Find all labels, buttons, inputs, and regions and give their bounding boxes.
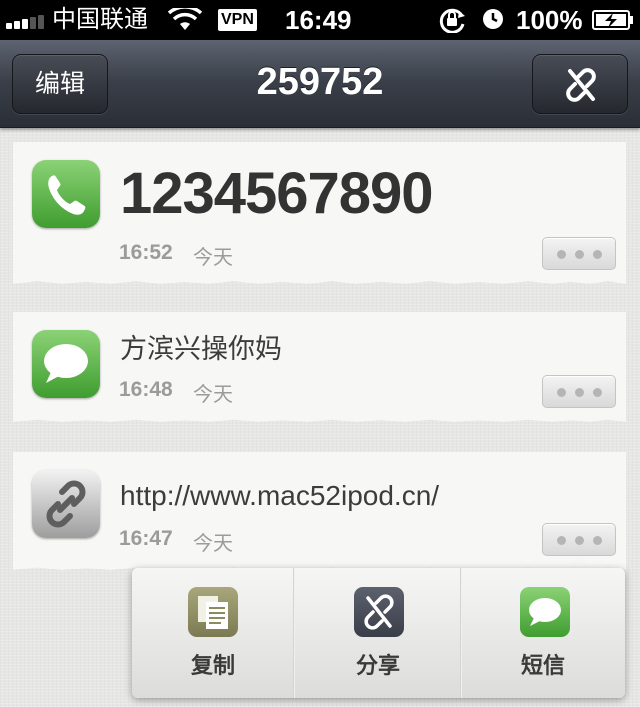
more-button[interactable] [542,375,616,408]
share-icon [354,587,404,637]
clip-time: 16:47 [119,527,173,550]
more-button[interactable] [542,237,616,270]
edit-button[interactable]: 编辑 [12,54,108,114]
clip-day: 今天 [193,531,233,555]
battery-charging-icon [592,10,633,30]
battery-percent: 100% [516,5,583,35]
clip-text: http://www.mac52ipod.cn/ [120,480,440,511]
copy-icon [188,587,238,637]
unlink-icon [566,68,596,102]
status-time: 16:49 [285,5,352,35]
status-bar: 中国联通 VPN 16:49 100% [0,0,640,40]
link-icon [32,470,100,538]
clip-day: 今天 [193,382,233,406]
clip-card-link[interactable]: http://www.mac52ipod.cn/ 16:47 今天 [13,452,626,570]
share-action[interactable]: 分享 [295,568,460,698]
more-button[interactable] [542,523,616,556]
action-popup: 复制 分享 短信 [132,568,625,698]
clip-card-phone[interactable]: 1234567890 16:52 今天 [13,142,626,284]
vpn-badge: VPN [218,9,257,31]
sms-action[interactable]: 短信 [462,568,625,698]
carrier-name: 中国联通 [52,6,148,33]
share-label: 分享 [355,654,400,679]
wifi-icon [168,8,202,30]
clip-card-sms[interactable]: 方滨兴操你妈 16:48 今天 [13,312,626,422]
rotation-lock-icon [439,8,465,33]
sms-icon [520,587,570,637]
sms-label: 短信 [520,654,565,679]
copy-action[interactable]: 复制 [132,568,294,698]
clip-time: 16:48 [119,378,173,401]
phone-icon [32,160,100,228]
unlink-button[interactable] [532,54,628,114]
message-icon [32,330,100,398]
clip-time: 16:52 [119,241,173,264]
clip-text: 方滨兴操你妈 [120,334,282,365]
signal-icon [6,13,48,29]
clip-day: 今天 [193,245,233,269]
clip-text: 1234567890 [120,161,434,226]
copy-label: 复制 [190,654,235,679]
alarm-icon [483,9,503,29]
page-title: 259752 [256,61,384,103]
